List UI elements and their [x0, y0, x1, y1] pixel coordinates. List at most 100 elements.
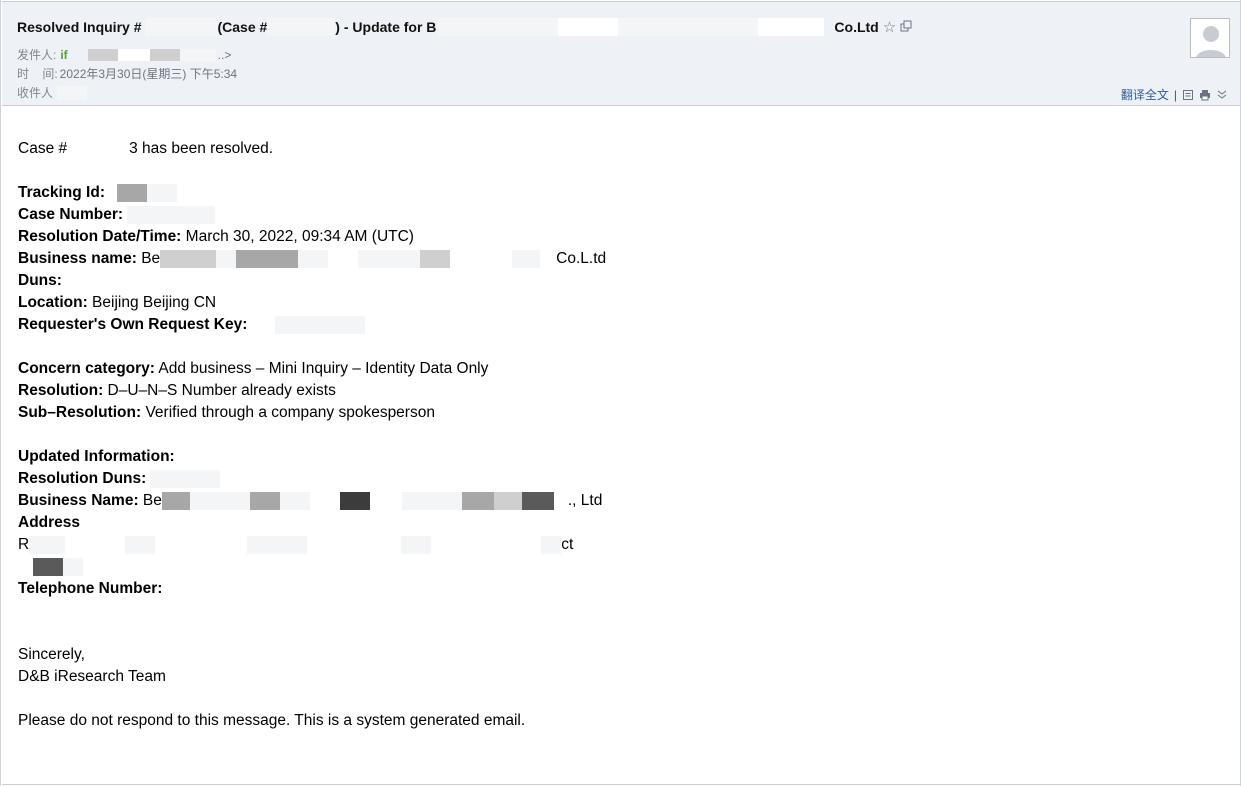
- redacted-block: [618, 18, 759, 36]
- redacted-block: [63, 558, 83, 576]
- redacted-block: [127, 206, 158, 224]
- redacted-block: [117, 184, 147, 202]
- redacted-block: [450, 250, 513, 268]
- redacted-block: [298, 250, 329, 268]
- redacted-block: [369, 492, 402, 510]
- updated-business-name-start: Be: [138, 492, 162, 509]
- redacted-block: [125, 536, 156, 554]
- resolution-datetime-value: March 30, 2022, 09:34 AM (UTC): [181, 228, 414, 245]
- subject-prefix: Resolved Inquiry #: [17, 19, 142, 35]
- sub-resolution-line: Sub–Resolution: Verified through a compa…: [18, 402, 1218, 424]
- translate-button[interactable]: 翻译全文: [1121, 86, 1169, 103]
- case-number-label: Case Number:: [18, 206, 124, 223]
- tracking-id-label: Tracking Id:: [18, 184, 105, 201]
- avatar-placeholder-icon: [1191, 19, 1229, 57]
- redacted-block: [179, 48, 216, 61]
- redacted-block: [189, 492, 250, 510]
- notes-icon[interactable]: [1182, 89, 1194, 101]
- redacted-block: [401, 536, 432, 554]
- redacted-block: [57, 85, 88, 100]
- redacted-block: [558, 18, 619, 36]
- concern-label: Concern category:: [18, 360, 155, 377]
- recipient-label: 收件人: [17, 86, 54, 100]
- resolution-duns-label: Resolution Duns:: [18, 470, 147, 487]
- footer-note: Please do not respond to this message. T…: [18, 712, 526, 729]
- email-header: Resolved Inquiry # (Case # ) - Update fo…: [2, 1, 1240, 106]
- updated-business-name-label: Business Name:: [18, 492, 139, 509]
- business-name-label: Business name:: [18, 250, 137, 267]
- concern-value: Add business – Mini Inquiry – Identity D…: [154, 360, 489, 377]
- subject-case-close: ) - Update for B: [335, 19, 437, 35]
- time-row: 时 间: 2022年3月30日(星期三) 下午5:34: [17, 65, 237, 82]
- sender-value-end: ..>: [217, 47, 232, 62]
- business-name-end: Co.L.td: [556, 250, 607, 267]
- email-body: Case # 3 has been resolved. Tracking Id:…: [18, 138, 1218, 732]
- redacted-block: [161, 492, 190, 510]
- resolution-line: Resolution: D–U–N–S Number already exist…: [18, 380, 1218, 402]
- print-icon[interactable]: [1199, 89, 1211, 101]
- redacted-block: [512, 250, 541, 268]
- redacted-block: [117, 48, 150, 61]
- redacted-block: [401, 492, 462, 510]
- updated-information-line: Updated Information:: [18, 446, 1218, 468]
- avatar[interactable]: [1190, 18, 1230, 58]
- redacted-block: [309, 492, 340, 510]
- toolbar-divider: |: [1173, 87, 1177, 102]
- closing-line: Sincerely,: [18, 644, 1218, 666]
- sender-label: 发件人:: [17, 48, 57, 62]
- email-reader-window: Resolved Inquiry # (Case # ) - Update fo…: [0, 0, 1241, 786]
- redacted-block: [553, 492, 568, 510]
- updated-info-label: Updated Information:: [18, 448, 175, 465]
- more-chevron-icon[interactable]: [1216, 89, 1228, 101]
- location-value: Beijing Beijing CN: [87, 294, 217, 311]
- time-value: 2022年3月30日(星期三) 下午5:34: [59, 67, 238, 81]
- redacted-block: [275, 316, 366, 334]
- redacted-block: [461, 492, 494, 510]
- tracking-id-line: Tracking Id:: [18, 182, 1218, 204]
- redacted-block: [540, 250, 557, 268]
- address-end: ct: [561, 536, 574, 553]
- redacted-block: [438, 18, 559, 36]
- resolution-duns-line: Resolution Duns:: [18, 468, 1218, 490]
- bottom-divider: [2, 784, 1240, 785]
- updated-business-name-line: Business Name: Be ., Ltd: [18, 490, 1218, 512]
- requester-key-line: Requester's Own Request Key:: [18, 314, 1218, 336]
- redacted-block: [145, 18, 218, 36]
- address-continued-line: [18, 556, 1218, 578]
- case-line-end: 3 has been resolved.: [129, 140, 274, 157]
- sender-value[interactable]: if: [60, 48, 67, 62]
- redacted-block: [65, 536, 126, 554]
- address-value-line: R ct: [18, 534, 1218, 556]
- redacted-block: [87, 48, 118, 61]
- redacted-block: [157, 206, 216, 224]
- redacted-block: [160, 250, 217, 268]
- subject-case-open: (Case #: [217, 19, 268, 35]
- redacted-block: [150, 470, 221, 488]
- recipient-row: 收件人: [17, 84, 88, 101]
- sub-resolution-label: Sub–Resolution:: [18, 404, 142, 421]
- star-icon[interactable]: ☆: [883, 18, 896, 36]
- popout-icon[interactable]: [900, 19, 912, 36]
- redacted-block: [521, 492, 554, 510]
- redacted-block: [155, 536, 248, 554]
- redacted-block: [758, 18, 825, 36]
- redacted-block: [279, 492, 310, 510]
- duns-label: Duns:: [18, 272, 62, 289]
- telephone-line: Telephone Number:: [18, 578, 1218, 600]
- redacted-block: [236, 250, 299, 268]
- case-resolved-line: Case # 3 has been resolved.: [18, 138, 1218, 160]
- updated-business-name-end: ., Ltd: [567, 492, 603, 509]
- concern-category-line: Concern category: Add business – Mini In…: [18, 358, 1218, 380]
- redacted-block: [247, 536, 308, 554]
- redacted-block: [249, 492, 280, 510]
- redacted-block: [216, 250, 237, 268]
- redacted-block: [541, 536, 562, 554]
- subject-suffix: Co.Ltd: [834, 19, 879, 35]
- telephone-label: Telephone Number:: [18, 580, 163, 597]
- redacted-block: [147, 184, 177, 202]
- redacted-block: [358, 250, 421, 268]
- requester-key-label: Requester's Own Request Key:: [18, 316, 248, 333]
- resolution-value: D–U–N–S Number already exists: [103, 382, 336, 399]
- redacted-block: [149, 48, 180, 61]
- resolution-datetime-label: Resolution Date/Time:: [18, 228, 182, 245]
